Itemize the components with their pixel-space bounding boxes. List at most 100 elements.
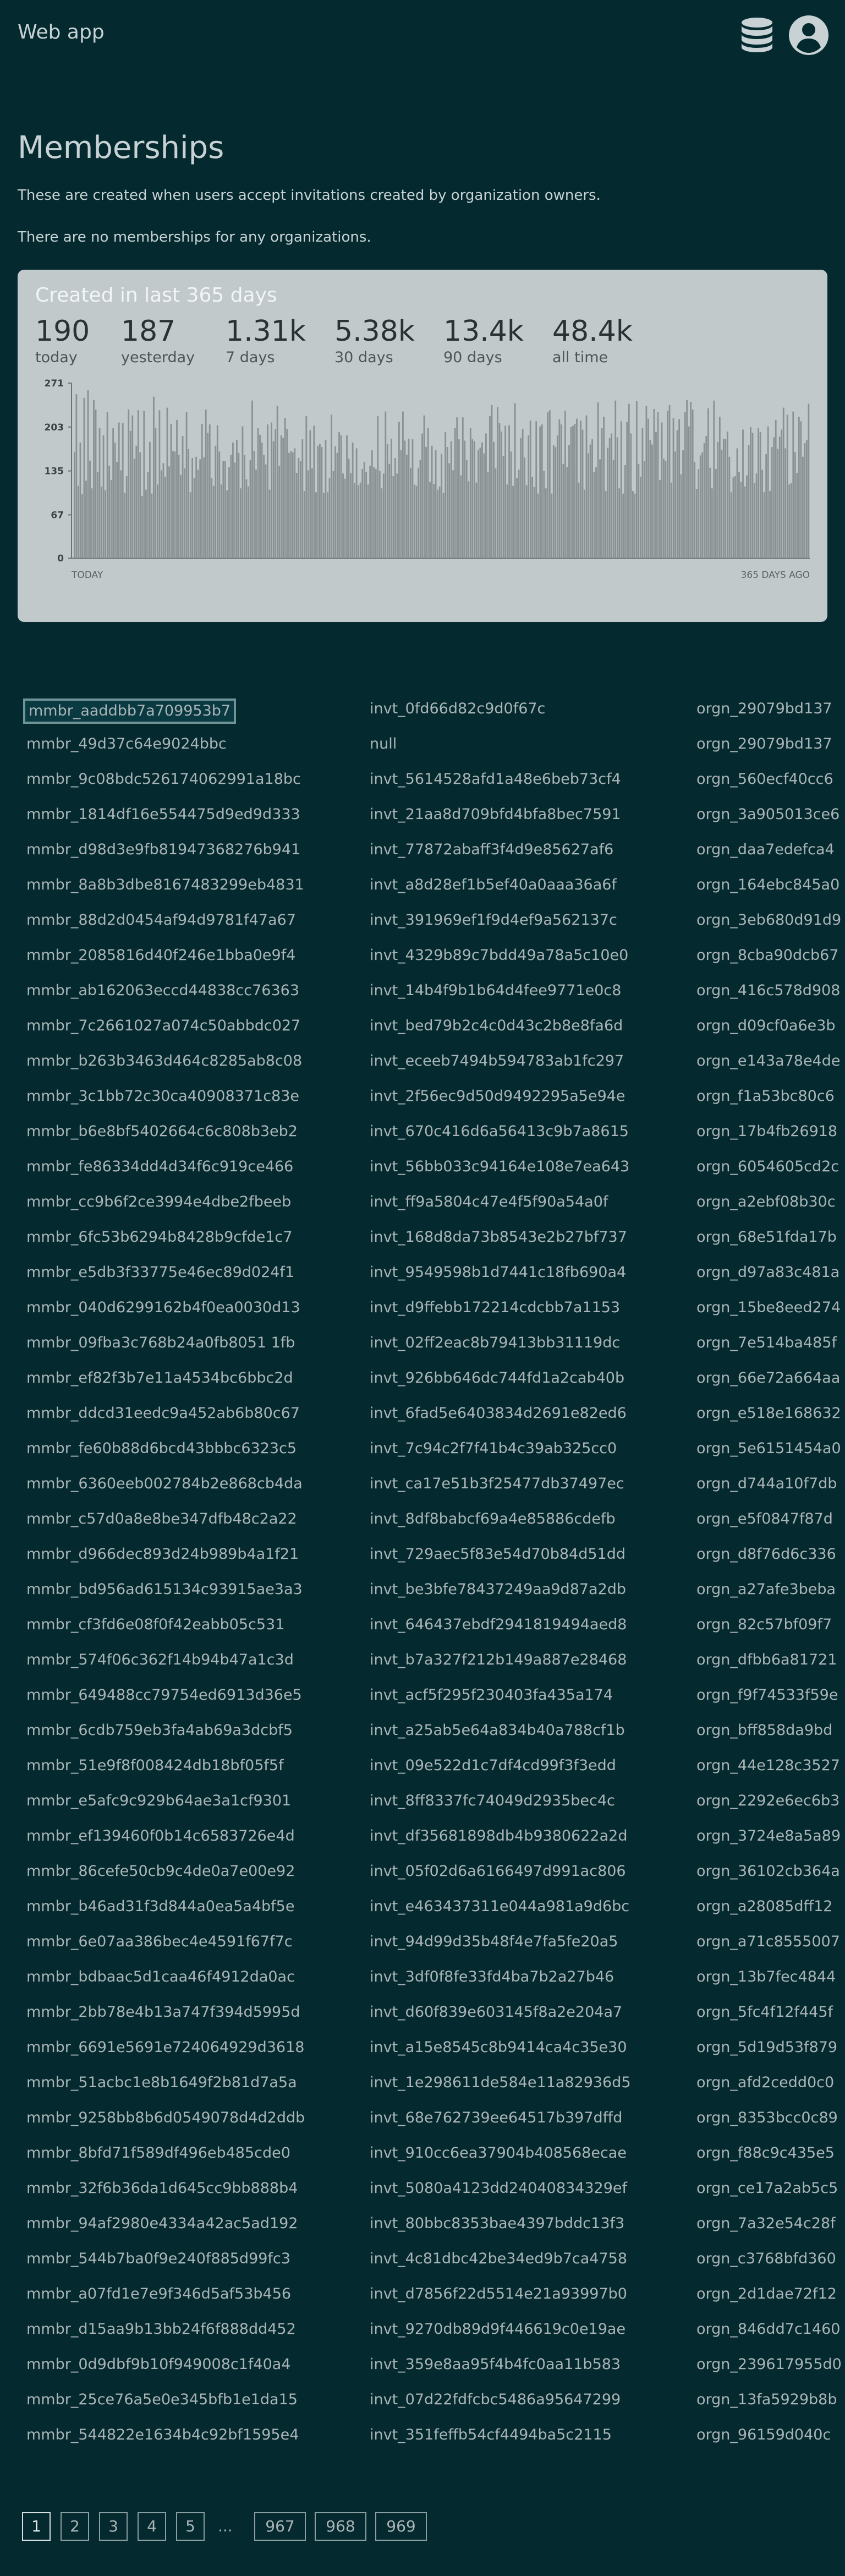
membership-id-cell[interactable]: mmbr_09fba3c768b24a0fb8051 1fb <box>26 1325 295 1361</box>
table-row[interactable]: mmbr_c57d0a8e8be347dfb48c2a22 invt_8df8ba… <box>0 1502 845 1537</box>
table-row[interactable]: mmbr_6cdb759eb3fa4ab69a3dcbf5 invt_a25ab5… <box>0 1713 845 1748</box>
membership-id-cell[interactable]: mmbr_ef139460f0b14c6583726e4d <box>26 1819 295 1854</box>
table-row[interactable]: mmbr_e5afc9c929b64ae3a1cf9301 invt_8ff833… <box>0 1783 845 1819</box>
membership-id-cell[interactable]: mmbr_9258bb8b6d0549078d4d2ddb <box>26 2100 305 2136</box>
membership-id-cell[interactable]: mmbr_1814df16e554475d9ed9d333 <box>26 797 300 832</box>
table-row[interactable]: mmbr_32f6b36da1d645cc9bb888b4 invt_5080a4… <box>0 2171 845 2206</box>
membership-id-cell[interactable]: mmbr_6fc53b6294b8428b9cfde1c7 <box>26 1220 293 1255</box>
table-row[interactable]: mmbr_94af2980e4334a42ac5ad192 invt_80bbc8… <box>0 2206 845 2241</box>
table-row[interactable]: mmbr_8bfd71f589df496eb485cde0 invt_910cc6… <box>0 2136 845 2171</box>
page-button-2[interactable]: 2 <box>61 2512 89 2541</box>
membership-id-cell[interactable]: mmbr_32f6b36da1d645cc9bb888b4 <box>26 2171 298 2206</box>
membership-id-cell[interactable]: mmbr_88d2d0454af94d9781f47a67 <box>26 903 296 938</box>
membership-id-cell[interactable]: mmbr_86cefe50cb9c4de0a7e00e92 <box>26 1854 295 1889</box>
membership-id-cell[interactable]: mmbr_d98d3e9fb81947368276b941 <box>26 832 300 867</box>
membership-id-cell[interactable]: mmbr_7c2661027a074c50abbdc027 <box>26 1008 300 1044</box>
table-row[interactable]: mmbr_b46ad31f3d844a0ea5a4bf5e invt_e46343… <box>0 1889 845 1924</box>
table-row[interactable]: mmbr_6691e5691e724064929d3618 invt_a15e85… <box>0 2030 845 2065</box>
table-row[interactable]: mmbr_ef82f3b7e11a4534bc6bbc2d invt_926bb6… <box>0 1361 845 1396</box>
table-row[interactable]: mmbr_d98d3e9fb81947368276b941 invt_77872a… <box>0 832 845 867</box>
membership-id-cell[interactable]: mmbr_e5db3f33775e46ec89d024f1 <box>26 1255 294 1290</box>
membership-id-cell[interactable]: mmbr_ef82f3b7e11a4534bc6bbc2d <box>26 1361 293 1396</box>
table-row[interactable]: mmbr_544822e1634b4c92bf1595e4 invt_351fef… <box>0 2417 845 2453</box>
membership-id-cell[interactable]: mmbr_2085816d40f246e1bba0e9f4 <box>26 938 295 973</box>
table-row[interactable]: mmbr_b6e8bf5402664c6c808b3eb2 invt_670c41… <box>0 1114 845 1149</box>
membership-id-cell[interactable]: mmbr_2bb78e4b13a747f394d5995d <box>26 1995 300 2030</box>
membership-id-cell[interactable]: mmbr_25ce76a5e0e345bfb1e1da15 <box>26 2382 298 2417</box>
membership-id-cell[interactable]: mmbr_6cdb759eb3fa4ab69a3dcbf5 <box>26 1713 293 1748</box>
table-row[interactable]: mmbr_3c1bb72c30ca40908371c83e invt_2f56ec… <box>0 1079 845 1114</box>
membership-id-cell[interactable]: mmbr_ab162063eccd44838cc76363 <box>26 973 299 1008</box>
table-row[interactable]: mmbr_86cefe50cb9c4de0a7e00e92 invt_05f02d… <box>0 1854 845 1889</box>
table-row[interactable]: mmbr_88d2d0454af94d9781f47a67 invt_391969… <box>0 903 845 938</box>
page-button-967[interactable]: 967 <box>254 2512 306 2541</box>
table-row[interactable]: mmbr_bd956ad615134c93915ae3a3 invt_be3bfe… <box>0 1572 845 1607</box>
table-row[interactable]: mmbr_1814df16e554475d9ed9d333 invt_21aa8d… <box>0 797 845 832</box>
membership-id-cell[interactable]: mmbr_544b7ba0f9e240f885d99fc3 <box>26 2241 290 2277</box>
table-row[interactable]: mmbr_09fba3c768b24a0fb8051 1fb invt_02ff2… <box>0 1325 845 1361</box>
table-row[interactable]: mmbr_6e07aa386bec4e4591f67f7c invt_94d99d… <box>0 1924 845 1960</box>
membership-id-cell[interactable]: mmbr_6360eeb002784b2e868cb4da <box>26 1466 303 1502</box>
database-icon[interactable] <box>737 15 777 55</box>
table-row[interactable]: mmbr_574f06c362f14b94b47a1c3d invt_b7a327… <box>0 1642 845 1678</box>
table-row[interactable]: mmbr_9c08bdc526174062991a18bc invt_561452… <box>0 762 845 797</box>
table-row[interactable]: mmbr_bdbaac5d1caa46f4912da0ac invt_3df0f8… <box>0 1960 845 1995</box>
membership-id-cell[interactable]: mmbr_544822e1634b4c92bf1595e4 <box>26 2417 299 2453</box>
membership-id-cell[interactable]: mmbr_b46ad31f3d844a0ea5a4bf5e <box>26 1889 294 1924</box>
membership-id-cell[interactable]: mmbr_3c1bb72c30ca40908371c83e <box>26 1079 299 1114</box>
table-row[interactable]: mmbr_649488cc79754ed6913d36e5 invt_acf5f2… <box>0 1678 845 1713</box>
table-row[interactable]: mmbr_d15aa9b13bb24f6f888dd452 invt_9270db… <box>0 2312 845 2347</box>
table-row[interactable]: mmbr_6fc53b6294b8428b9cfde1c7 invt_168d8d… <box>0 1220 845 1255</box>
table-row[interactable]: mmbr_b263b3463d464c8285ab8c08 invt_eceeb7… <box>0 1044 845 1079</box>
membership-id-cell[interactable]: mmbr_040d6299162b4f0ea0030d13 <box>26 1290 300 1325</box>
membership-id-cell[interactable]: mmbr_c57d0a8e8be347dfb48c2a22 <box>26 1502 297 1537</box>
membership-id-cell[interactable]: mmbr_fe86334dd4d34f6c919ce466 <box>26 1149 293 1185</box>
table-row[interactable]: mmbr_040d6299162b4f0ea0030d13 invt_d9ffeb… <box>0 1290 845 1325</box>
table-row[interactable]: mmbr_51e9f8f008424db18bf05f5f invt_09e522… <box>0 1748 845 1783</box>
table-row[interactable]: mmbr_2085816d40f246e1bba0e9f4 invt_4329b8… <box>0 938 845 973</box>
membership-id-cell[interactable]: mmbr_aaddbb7a709953b7 <box>23 698 237 724</box>
membership-id-cell[interactable]: mmbr_b6e8bf5402664c6c808b3eb2 <box>26 1114 298 1149</box>
table-row[interactable]: mmbr_cf3fd6e08f0f42eabb05c531 invt_646437… <box>0 1607 845 1642</box>
table-row[interactable]: mmbr_cc9b6f2ce3994e4dbe2fbeeb invt_ff9a58… <box>0 1185 845 1220</box>
membership-id-cell[interactable]: mmbr_574f06c362f14b94b47a1c3d <box>26 1642 294 1678</box>
membership-id-cell[interactable]: mmbr_8a8b3dbe8167483299eb4831 <box>26 867 304 903</box>
page-button-3[interactable]: 3 <box>99 2512 128 2541</box>
page-button-968[interactable]: 968 <box>315 2512 366 2541</box>
membership-id-cell[interactable]: mmbr_6691e5691e724064929d3618 <box>26 2030 304 2065</box>
table-row[interactable]: mmbr_25ce76a5e0e345bfb1e1da15 invt_07d22f… <box>0 2382 845 2417</box>
membership-id-cell[interactable]: mmbr_94af2980e4334a42ac5ad192 <box>26 2206 298 2241</box>
table-row[interactable]: mmbr_d966dec893d24b989b4a1f21 invt_729aec… <box>0 1537 845 1572</box>
membership-id-cell[interactable]: mmbr_d15aa9b13bb24f6f888dd452 <box>26 2312 296 2347</box>
page-button-1[interactable]: 1 <box>22 2512 51 2541</box>
column-header-id[interactable]: ID <box>26 665 45 683</box>
table-row[interactable]: mmbr_7c2661027a074c50abbdc027 invt_bed79b… <box>0 1008 845 1044</box>
membership-id-cell[interactable]: mmbr_cc9b6f2ce3994e4dbe2fbeeb <box>26 1185 291 1220</box>
membership-id-cell[interactable]: mmbr_b263b3463d464c8285ab8c08 <box>26 1044 302 1079</box>
membership-id-cell[interactable]: mmbr_d966dec893d24b989b4a1f21 <box>26 1537 299 1572</box>
page-button-5[interactable]: 5 <box>176 2512 205 2541</box>
membership-id-cell[interactable]: mmbr_bdbaac5d1caa46f4912da0ac <box>26 1960 295 1995</box>
membership-id-cell[interactable]: mmbr_fe60b88d6bcd43bbbc6323c5 <box>26 1431 297 1466</box>
membership-id-cell[interactable]: mmbr_cf3fd6e08f0f42eabb05c531 <box>26 1607 284 1642</box>
table-row[interactable]: mmbr_a07fd1e7e9f346d5af53b456 invt_d7856f… <box>0 2277 845 2312</box>
table-row[interactable]: mmbr_2bb78e4b13a747f394d5995d invt_d60f83… <box>0 1995 845 2030</box>
membership-id-cell[interactable]: mmbr_0d9dbf9b10f949008c1f40a4 <box>26 2347 290 2382</box>
membership-id-cell[interactable]: mmbr_e5afc9c929b64ae3a1cf9301 <box>26 1783 291 1819</box>
column-header-organization[interactable]: Organization <box>696 665 808 683</box>
membership-id-cell[interactable]: mmbr_51acbc1e8b1649f2b81d7a5a <box>26 2065 297 2100</box>
membership-id-cell[interactable]: mmbr_649488cc79754ed6913d36e5 <box>26 1678 302 1713</box>
membership-id-cell[interactable]: mmbr_ddcd31eedc9a452ab6b80c67 <box>26 1396 300 1431</box>
table-row[interactable]: mmbr_e5db3f33775e46ec89d024f1 invt_954959… <box>0 1255 845 1290</box>
column-header-invitation[interactable]: Invitation <box>370 665 454 683</box>
table-row[interactable]: mmbr_ddcd31eedc9a452ab6b80c67 invt_6fad5e… <box>0 1396 845 1431</box>
table-row[interactable]: mmbr_ab162063eccd44838cc76363 invt_14b4f9… <box>0 973 845 1008</box>
table-row[interactable]: mmbr_fe86334dd4d34f6c919ce466 invt_56bb03… <box>0 1149 845 1185</box>
page-button-969[interactable]: 969 <box>375 2512 427 2541</box>
page-button-4[interactable]: 4 <box>138 2512 166 2541</box>
table-row[interactable]: mmbr_fe60b88d6bcd43bbbc6323c5 invt_7c94c2… <box>0 1431 845 1466</box>
table-row[interactable]: mmbr_ef139460f0b14c6583726e4d invt_df3568… <box>0 1819 845 1854</box>
table-row[interactable]: mmbr_6360eeb002784b2e868cb4da invt_ca17e5… <box>0 1466 845 1502</box>
membership-id-cell[interactable]: mmbr_9c08bdc526174062991a18bc <box>26 762 301 797</box>
membership-id-cell[interactable]: mmbr_a07fd1e7e9f346d5af53b456 <box>26 2277 291 2312</box>
